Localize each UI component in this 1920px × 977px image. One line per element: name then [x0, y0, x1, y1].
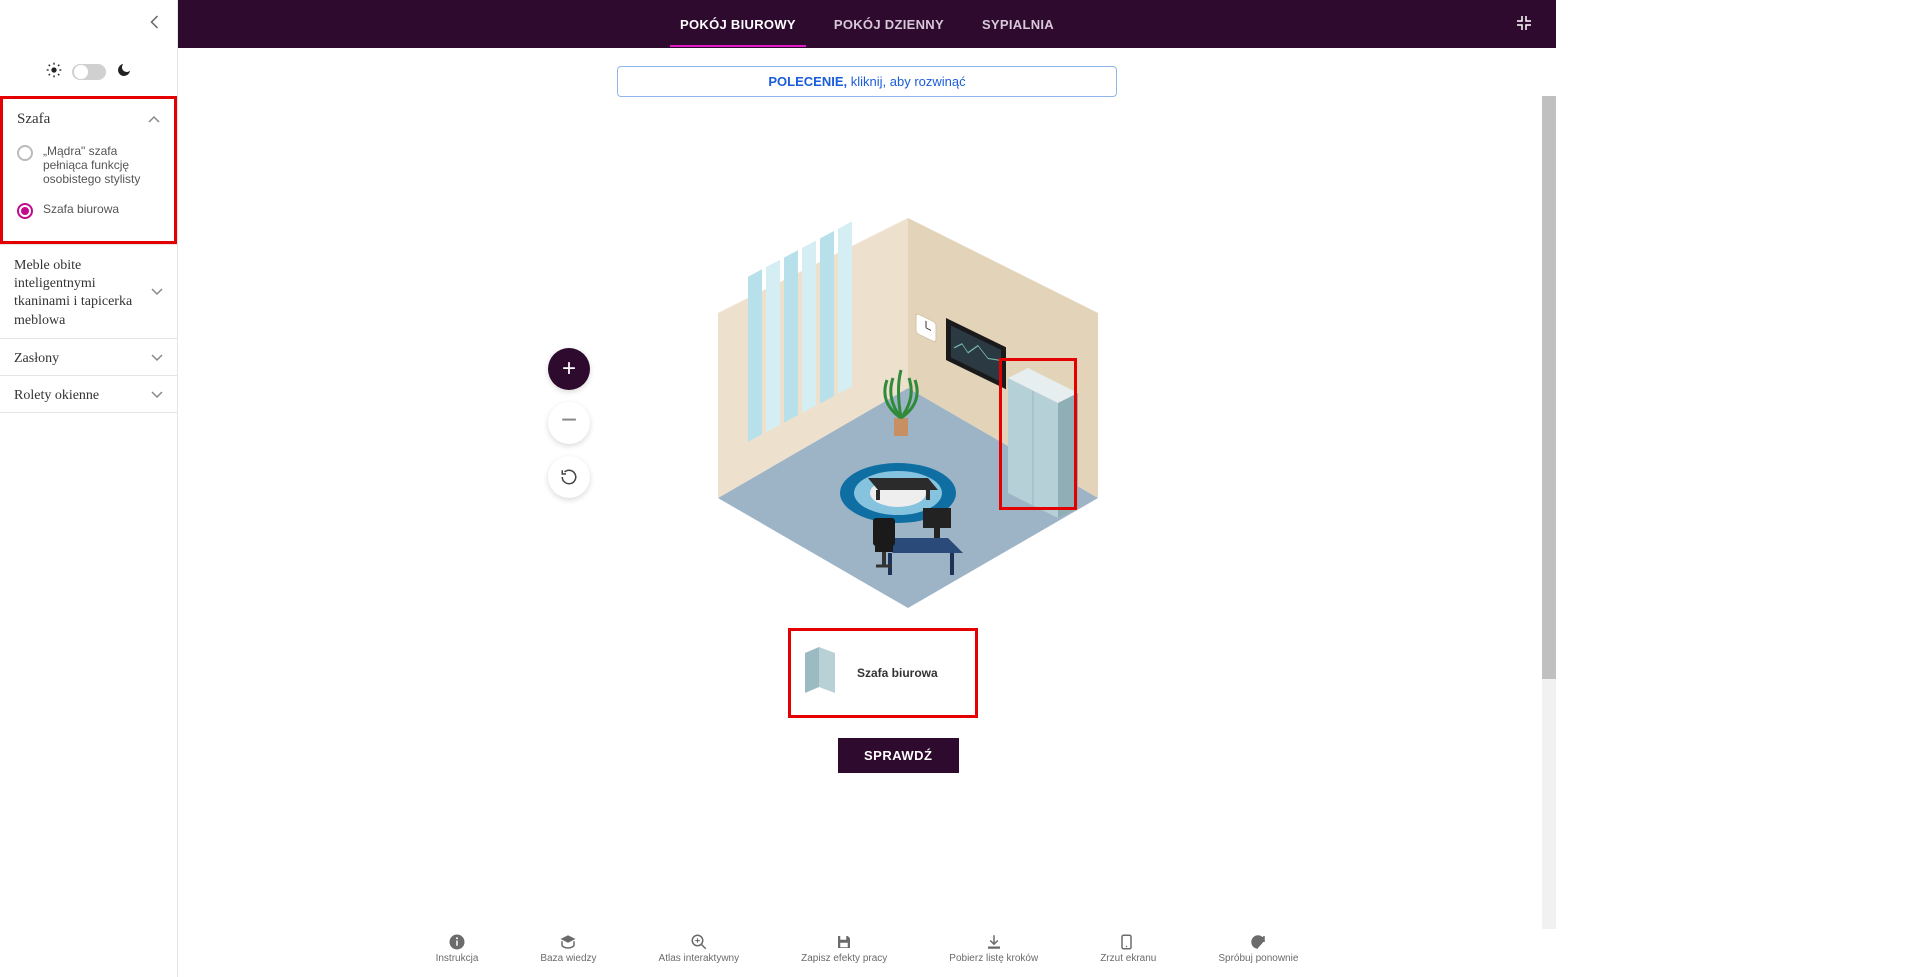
section-meble[interactable]: Meble obite inteligentnymi tkaninami i t…	[0, 244, 177, 338]
toolbar-instrukcja[interactable]: Instrukcja	[436, 933, 479, 977]
spacer	[3, 227, 174, 241]
chevron-down-icon	[151, 285, 163, 301]
scrollbar-thumb[interactable]	[1542, 96, 1556, 679]
reset-rotation-button[interactable]	[548, 456, 590, 498]
chevron-down-icon	[151, 351, 163, 367]
sidebar-highlight-box: Szafa „Mądra" szafa pełniąca funkcję oso…	[0, 96, 177, 244]
theme-switch[interactable]	[72, 64, 106, 80]
section-zaslony[interactable]: Zasłony	[0, 338, 177, 375]
toolbar-sprobuj[interactable]: Spróbuj ponownie	[1218, 933, 1298, 977]
radio-label: Szafa biurowa	[43, 202, 119, 216]
check-button-label: SPRAWDŹ	[864, 748, 933, 763]
toolbar-label: Spróbuj ponownie	[1218, 953, 1298, 964]
radio-option-madra-szafa[interactable]: „Mądra" szafa pełniąca funkcję osobisteg…	[3, 136, 174, 194]
canvas-area: POLECENIE, kliknij, aby rozwinąć + −	[178, 48, 1556, 977]
theme-toggle-row	[0, 48, 177, 96]
radio-icon	[17, 145, 33, 161]
scrollbar[interactable]	[1542, 96, 1556, 929]
toolbar-atlas[interactable]: Atlas interaktywny	[659, 933, 740, 977]
wardrobe-highlight-box	[999, 358, 1077, 510]
zoom-in-button[interactable]: +	[548, 348, 590, 390]
zoom-controls: + −	[548, 348, 590, 498]
section-title: Szafa	[17, 111, 50, 128]
command-rest: kliknij, aby rozwinąć	[847, 74, 966, 89]
chevron-left-icon[interactable]	[150, 15, 159, 34]
section-title: Zasłony	[14, 351, 59, 367]
toolbar-baza-wiedzy[interactable]: Baza wiedzy	[540, 933, 596, 977]
tab-label: SYPIALNIA	[982, 17, 1054, 32]
sidebar-top	[0, 0, 177, 48]
section-header-szafa[interactable]: Szafa	[3, 99, 174, 136]
selected-item-card[interactable]: Szafa biurowa	[788, 628, 978, 718]
sidebar: Szafa „Mądra" szafa pełniąca funkcję oso…	[0, 0, 178, 977]
fullscreen-exit-icon[interactable]	[1516, 15, 1532, 34]
tab-sypialnia[interactable]: SYPIALNIA	[982, 2, 1054, 47]
selected-item-label: Szafa biurowa	[857, 666, 938, 680]
toolbar-label: Zapisz efekty pracy	[801, 953, 887, 964]
tab-pokoj-dzienny[interactable]: POKÓJ DZIENNY	[834, 2, 944, 47]
section-rolety[interactable]: Rolety okienne	[0, 375, 177, 413]
toolbar-label: Zrzut ekranu	[1100, 953, 1156, 964]
bottom-toolbar: Instrukcja Baza wiedzy Atlas interaktywn…	[178, 929, 1556, 977]
radio-label: „Mądra" szafa pełniąca funkcję osobisteg…	[43, 144, 160, 186]
topbar: POKÓJ BIUROWY POKÓJ DZIENNY SYPIALNIA	[178, 0, 1556, 48]
section-title: Rolety okienne	[14, 388, 99, 404]
toolbar-label: Instrukcja	[436, 953, 479, 964]
toolbar-zapisz[interactable]: Zapisz efekty pracy	[801, 933, 887, 977]
tab-label: POKÓJ BIUROWY	[680, 17, 796, 32]
toolbar-pobierz[interactable]: Pobierz listę kroków	[949, 933, 1038, 977]
toolbar-label: Atlas interaktywny	[659, 953, 740, 964]
chevron-up-icon	[148, 112, 160, 128]
wardrobe-icon	[805, 647, 839, 700]
room-tabs: POKÓJ BIUROWY POKÓJ DZIENNY SYPIALNIA	[680, 2, 1054, 47]
zoom-out-button[interactable]: −	[548, 402, 590, 444]
sun-icon	[46, 62, 62, 83]
radio-option-szafa-biurowa[interactable]: Szafa biurowa	[3, 194, 174, 227]
moon-icon	[116, 62, 132, 83]
command-bold: POLECENIE,	[768, 74, 847, 89]
chevron-down-icon	[151, 388, 163, 404]
tab-label: POKÓJ DZIENNY	[834, 17, 944, 32]
toolbar-zrzut[interactable]: Zrzut ekranu	[1100, 933, 1156, 977]
radio-icon	[17, 203, 33, 219]
app-root: Szafa „Mądra" szafa pełniąca funkcję oso…	[0, 0, 1556, 977]
toolbar-label: Baza wiedzy	[540, 953, 596, 964]
main-area: POKÓJ BIUROWY POKÓJ DZIENNY SYPIALNIA PO…	[178, 0, 1556, 977]
section-title: Meble obite inteligentnymi tkaninami i t…	[14, 257, 144, 330]
toolbar-label: Pobierz listę kroków	[949, 953, 1038, 964]
tab-pokoj-biurowy[interactable]: POKÓJ BIUROWY	[680, 2, 796, 47]
check-button[interactable]: SPRAWDŹ	[838, 738, 959, 773]
command-banner[interactable]: POLECENIE, kliknij, aby rozwinąć	[617, 66, 1117, 97]
